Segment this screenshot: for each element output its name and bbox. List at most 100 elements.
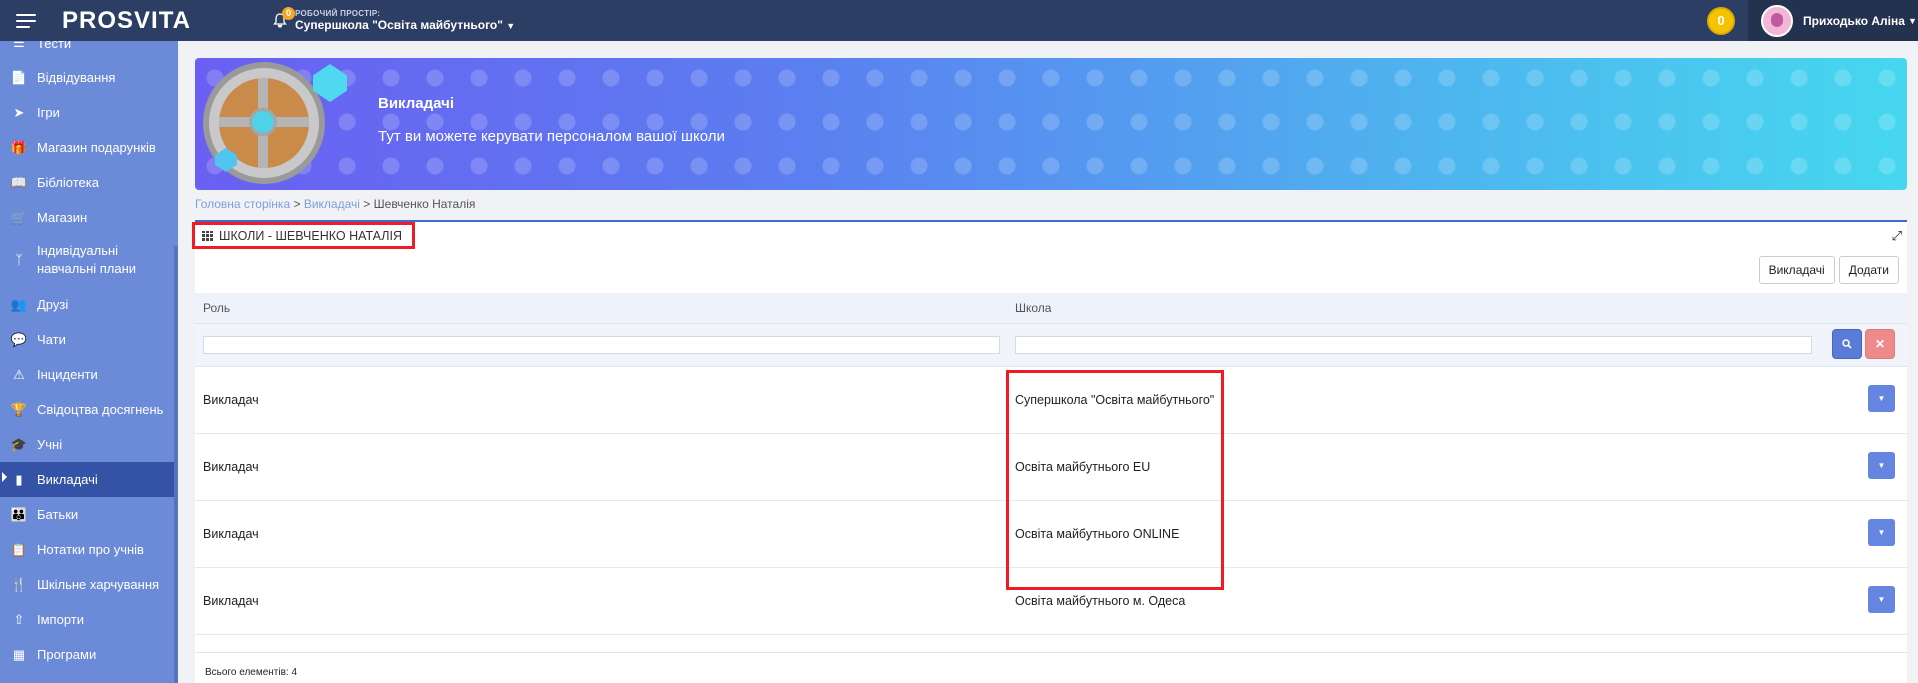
caret-down-icon: ▼ [1877, 595, 1886, 604]
sidebar-item-label: Магазин подарунків [37, 140, 156, 155]
sidebar-item-label: Нотатки про учнів [37, 542, 144, 557]
page-subtitle: Тут ви можете керувати персоналом вашої … [378, 128, 725, 145]
row-actions-button[interactable]: ▼ [1868, 385, 1895, 412]
sidebar-item-tests[interactable]: ☰ Тести [0, 41, 178, 53]
workspace-selector[interactable]: РОБОЧИЙ ПРОСТІР: Супершкола "Освіта майб… [295, 9, 515, 32]
user-menu[interactable]: Приходько Аліна ▼ [1748, 0, 1918, 41]
sidebar-item-student-notes[interactable]: 📋 Нотатки про учнів [0, 532, 178, 567]
id-badge-icon: ▮ [15, 471, 23, 487]
page-banner: Викладачі Тут ви можете керувати персона… [195, 58, 1907, 190]
sidebar: ☰ Тести 📄 Відвідування ➤ Ігри 🎁 Магазин … [0, 41, 178, 683]
breadcrumb-current: Шевченко Наталія [373, 197, 476, 211]
sidebar-item-label: Свідоцтва досягнень [37, 402, 164, 417]
panel-title: ШКОЛИ - ШЕВЧЕНКО НАТАЛІЯ [219, 228, 403, 243]
sidebar-item-label: Шкільне харчування [37, 577, 160, 592]
breadcrumb: Головна сторінка > Викладачі > Шевченко … [195, 197, 475, 211]
cell-role: Викладач [203, 460, 259, 474]
add-button[interactable]: Додати [1838, 256, 1899, 284]
sidebar-item-certificates[interactable]: 🏆 Свідоцтва досягнень [0, 392, 178, 427]
app-logo[interactable]: PROSVITA [62, 7, 212, 35]
sidebar-item-chats[interactable]: 💬 Чати [0, 322, 178, 357]
sidebar-item-label: Викладачі [37, 472, 98, 487]
sidebar-item-label: Бібліотека [37, 175, 99, 190]
book-icon: 📖 [10, 174, 28, 190]
clear-filter-button[interactable]: ✕ [1865, 329, 1895, 359]
sidebar-item-label: Тести [37, 41, 72, 51]
table-row: Викладач Освіта майбутнього м. Одеса ▼ [195, 568, 1907, 635]
sidebar-item-label: Програми [37, 647, 97, 662]
sidebar-item-programs[interactable]: ▦ Програми [0, 637, 178, 672]
sidebar-item-games[interactable]: ➤ Ігри [0, 95, 178, 130]
gift-icon: 🎁 [10, 139, 28, 155]
banner-pattern [195, 58, 1907, 190]
notifications-button[interactable]: 0 [265, 0, 295, 41]
breadcrumb-separator: > [363, 197, 371, 211]
sidebar-item-incidents[interactable]: ⚠ Інциденти [0, 357, 178, 392]
sidebar-item-gift-shop[interactable]: 🎁 Магазин подарунків [0, 130, 178, 165]
sidebar-item-teachers[interactable]: ▮ Викладачі [0, 462, 178, 497]
hamburger-menu-button[interactable] [0, 0, 52, 41]
sidebar-item-friends[interactable]: 👥 Друзі [0, 287, 178, 322]
search-button[interactable] [1832, 329, 1862, 359]
table-header: Роль Школа [195, 293, 1907, 323]
table-row: Викладач Освіта майбутнього EU ▼ [195, 434, 1907, 501]
breadcrumb-separator: > [293, 197, 301, 211]
page-title: Викладачі [378, 95, 454, 112]
sidebar-item-label: Друзі [37, 297, 69, 312]
row-actions-button[interactable]: ▼ [1868, 519, 1895, 546]
top-bar: PROSVITA 0 РОБОЧИЙ ПРОСТІР: Супершкола "… [0, 0, 1918, 41]
chevron-down-icon: ▼ [1907, 15, 1917, 26]
panel-title-highlight: ШКОЛИ - ШЕВЧЕНКО НАТАЛІЯ [192, 222, 416, 249]
sidebar-item-label: Батьки [37, 507, 79, 522]
workspace-label: РОБОЧИЙ ПРОСТІР: [295, 9, 381, 18]
breadcrumb-home-link[interactable]: Головна сторінка [195, 197, 290, 211]
sidebar-item-label: Інциденти [37, 367, 98, 382]
breadcrumb-teachers-link[interactable]: Викладачі [304, 197, 360, 211]
row-actions-button[interactable]: ▼ [1868, 586, 1895, 613]
cell-role: Викладач [203, 594, 259, 608]
workspace-name: Супершкола "Освіта майбутнього" [295, 18, 503, 32]
expand-icon[interactable]: ⤢ [1892, 228, 1902, 244]
panel-header: ШКОЛИ - ШЕВЧЕНКО НАТАЛІЯ [192, 222, 1907, 249]
table-row: Викладач Супершкола "Освіта майбутнього"… [195, 367, 1907, 434]
row-actions-button[interactable]: ▼ [1868, 452, 1895, 479]
trophy-icon: 🏆 [10, 401, 28, 417]
school-filter-input[interactable] [1015, 336, 1812, 354]
sidebar-item-label: Відвідування [37, 70, 116, 85]
sidebar-item-imports[interactable]: ⇧ Імпорти [0, 602, 178, 637]
sidebar-item-school-meals[interactable]: 🍴 Шкільне харчування [0, 567, 178, 602]
chat-icon: 💬 [10, 331, 28, 347]
sidebar-item-library[interactable]: 📖 Бібліотека [0, 165, 178, 200]
main-content: Викладачі Тут ви можете керувати персона… [183, 41, 1918, 683]
panel-toolbar: Викладачі Додати [1758, 256, 1899, 284]
document-icon: 📄 [10, 69, 28, 85]
sidebar-item-students[interactable]: 🎓 Учні [0, 427, 178, 462]
close-icon: ✕ [1874, 337, 1886, 351]
rocket-icon: ➤ [13, 104, 25, 120]
sidebar-item-shop[interactable]: 🛒 Магазин [0, 200, 178, 235]
sidebar-item-individual-plans[interactable]: ᛉ Індивідуальні навчальні плани [0, 235, 178, 285]
column-header-school[interactable]: Школа [1015, 301, 1051, 315]
cell-school: Супершкола "Освіта майбутнього" [1015, 393, 1215, 407]
caret-down-icon: ▼ [1877, 461, 1886, 470]
table-footer: Всього елементів: 4 [195, 652, 1907, 683]
sidebar-item-label: Індивідуальні навчальні плани [37, 243, 137, 276]
cell-school: Освіта майбутнього м. Одеса [1015, 594, 1186, 608]
sidebar-item-label: Ігри [37, 105, 60, 120]
cell-school: Освіта майбутнього EU [1015, 460, 1151, 474]
search-icon [1842, 339, 1852, 349]
caret-down-icon: ▼ [1877, 394, 1886, 403]
teachers-button[interactable]: Викладачі [1758, 256, 1835, 284]
cell-role: Викладач [203, 527, 259, 541]
role-filter-input[interactable] [203, 336, 1000, 354]
sidebar-scrollbar[interactable] [174, 246, 178, 683]
sidebar-item-parents[interactable]: 👪 Батьки [0, 497, 178, 532]
notes-icon: 📋 [10, 541, 28, 557]
sidebar-item-label: Чати [37, 332, 66, 347]
list-icon: ☰ [13, 41, 25, 50]
filter-row: ✕ [195, 323, 1907, 367]
sidebar-item-label: Учні [37, 437, 63, 452]
coins-badge[interactable]: 0 [1707, 7, 1735, 35]
column-header-role[interactable]: Роль [203, 301, 230, 315]
sidebar-item-attendance[interactable]: 📄 Відвідування [0, 60, 178, 95]
